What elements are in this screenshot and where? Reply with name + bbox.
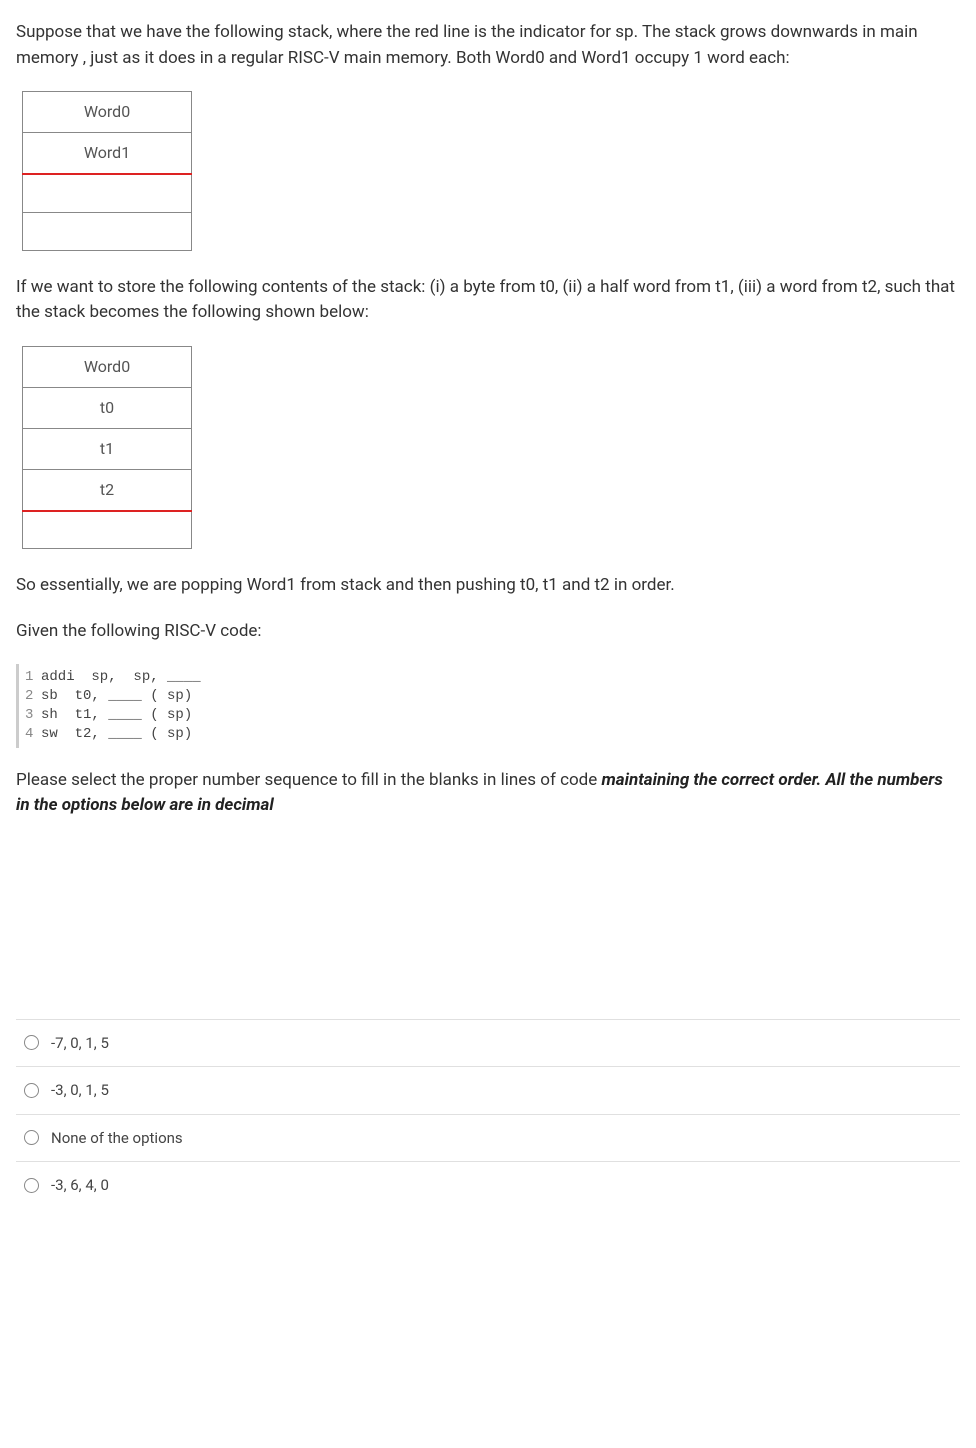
stack1-cell-word0: Word0 [23, 92, 192, 133]
question-tail: Please select the proper number sequence… [16, 768, 960, 819]
code-line-3: 3sh t1, ____ ( sp) [25, 706, 960, 725]
stack2-cell-t0: t0 [23, 387, 192, 428]
radio-icon [24, 1178, 39, 1193]
code-text-2: sb t0, ____ ( sp) [41, 688, 192, 704]
mid-paragraph: If we want to store the following conten… [16, 275, 960, 326]
code-text-4: sw t2, ____ ( sp) [41, 726, 192, 742]
line-num-1: 1 [25, 668, 41, 687]
code-line-1: 1addi sp, sp, ____ [25, 668, 960, 687]
stack1-cell-empty1 [23, 174, 192, 212]
stack2-cell-word0: Word0 [23, 346, 192, 387]
given-code-label: Given the following RISC-V code: [16, 619, 960, 645]
stack1-cell-word1: Word1 [23, 133, 192, 175]
line-num-4: 4 [25, 725, 41, 744]
intro-paragraph: Suppose that we have the following stack… [16, 20, 960, 71]
option-2[interactable]: -3, 0, 1, 5 [16, 1067, 960, 1115]
option-label-3: None of the options [51, 1127, 183, 1150]
tail-part1: Please select the proper number sequence… [16, 770, 602, 790]
radio-icon [24, 1083, 39, 1098]
line-num-3: 3 [25, 706, 41, 725]
code-line-2: 2sb t0, ____ ( sp) [25, 687, 960, 706]
option-label-4: -3, 6, 4, 0 [51, 1174, 109, 1197]
option-label-2: -3, 0, 1, 5 [51, 1079, 109, 1102]
stack2-cell-t2: t2 [23, 469, 192, 511]
option-4[interactable]: -3, 6, 4, 0 [16, 1162, 960, 1209]
line-num-2: 2 [25, 687, 41, 706]
radio-icon [24, 1130, 39, 1145]
option-3[interactable]: None of the options [16, 1115, 960, 1163]
stack2-cell-t1: t1 [23, 428, 192, 469]
stack-before-table: Word0 Word1 [22, 91, 192, 251]
code-block: 1addi sp, sp, ____ 2sb t0, ____ ( sp) 3s… [16, 664, 960, 748]
code-text-3: sh t1, ____ ( sp) [41, 707, 192, 723]
code-text-1: addi sp, sp, ____ [41, 669, 201, 685]
option-label-1: -7, 0, 1, 5 [51, 1032, 109, 1055]
popping-paragraph: So essentially, we are popping Word1 fro… [16, 573, 960, 599]
radio-icon [24, 1035, 39, 1050]
stack1-cell-empty2 [23, 212, 192, 250]
stack2-cell-empty [23, 511, 192, 549]
code-line-4: 4sw t2, ____ ( sp) [25, 725, 960, 744]
option-1[interactable]: -7, 0, 1, 5 [16, 1020, 960, 1068]
options-list: -7, 0, 1, 5 -3, 0, 1, 5 None of the opti… [16, 1019, 960, 1209]
stack-after-table: Word0 t0 t1 t2 [22, 346, 192, 550]
